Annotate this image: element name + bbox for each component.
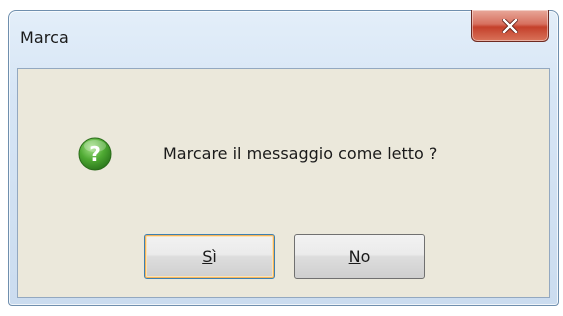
svg-text:?: ? (89, 142, 101, 166)
dialog-body: ? Marcare il messaggio come letto ? Sì N… (17, 68, 550, 298)
no-button-label: No (348, 247, 371, 266)
dialog-window: Marca ? Marcare il messaggio come letto … (8, 10, 559, 306)
no-button[interactable]: No (294, 234, 425, 279)
yes-button-label: Sì (202, 247, 217, 266)
close-icon (502, 18, 518, 33)
yes-button[interactable]: Sì (144, 234, 275, 279)
question-icon: ? (78, 137, 112, 171)
dialog-message: Marcare il messaggio come letto ? (163, 144, 438, 163)
close-button[interactable] (471, 10, 549, 42)
title-bar[interactable]: Marca (9, 10, 558, 69)
window-title: Marca (20, 28, 69, 47)
